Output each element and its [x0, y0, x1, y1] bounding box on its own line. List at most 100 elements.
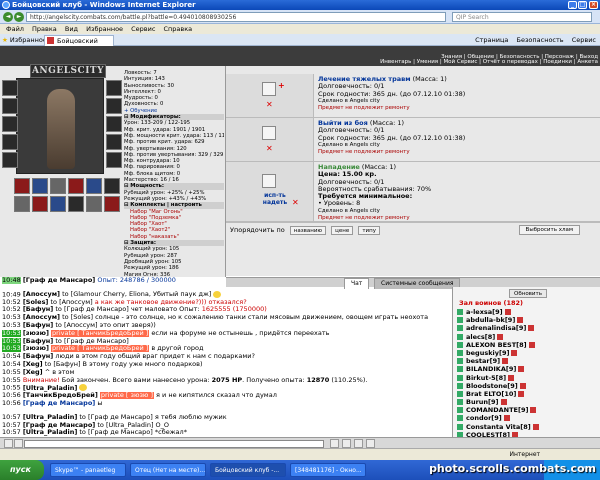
clear-button[interactable] — [342, 439, 351, 448]
menu-tools[interactable]: Сервис — [131, 25, 155, 33]
chat-message[interactable]: 10:56 [Граф де Мансаро] ы — [2, 400, 452, 408]
player-name[interactable]: Burun[9] — [466, 398, 499, 406]
player-name[interactable]: Constanta Vita[8] — [466, 423, 531, 431]
online-player[interactable]: BILANDIKA[9] — [457, 365, 597, 373]
scroll-slot-10[interactable] — [68, 196, 84, 212]
player-name[interactable]: beguskiy[9] — [466, 349, 509, 357]
minimize-button[interactable]: _ — [568, 1, 577, 9]
chat-timestamp[interactable]: 10:53 — [2, 337, 21, 345]
attack-scroll-icon[interactable] — [262, 174, 276, 188]
player-name[interactable]: ALEXON BEST[8] — [466, 341, 527, 349]
online-player[interactable]: COMANDANTE[9] — [457, 406, 597, 414]
chat-message[interactable]: 10:52 [Бафун] to [Граф де Мансаро] чет м… — [2, 306, 452, 314]
exit-scroll-icon[interactable] — [262, 126, 276, 140]
online-player[interactable]: adrenalindisa[9] — [457, 324, 597, 332]
sort-by-price-button[interactable]: цене — [331, 226, 354, 235]
chat-timestamp[interactable]: 10:55 — [2, 369, 21, 376]
amulet-slot[interactable] — [2, 98, 18, 114]
chat-message[interactable]: 10:53 [Бафун] to [Апоссум] это опит звер… — [2, 322, 452, 330]
chat-message[interactable]: 10:57 [Ultra_Paladin] to [Граф де Мансар… — [2, 429, 452, 437]
delete-icon[interactable]: ✕ — [292, 198, 299, 207]
tab-chat[interactable]: Чат — [344, 278, 370, 289]
task-combats[interactable]: Бойцовский клуб -... — [210, 463, 286, 477]
tools-menu[interactable]: Сервис — [572, 36, 596, 44]
player-name[interactable]: alecs[8] — [466, 333, 495, 341]
scroll-slot-7[interactable] — [14, 196, 30, 212]
throw-junk-button[interactable]: Выбросить хлам — [518, 225, 580, 235]
scroll-slot-4[interactable] — [68, 178, 84, 194]
sort-by-name-button[interactable]: названию — [289, 226, 327, 235]
player-info-icon[interactable] — [532, 423, 539, 430]
safety-menu[interactable]: Безопасность — [517, 36, 564, 44]
menu-view[interactable]: Вид — [65, 25, 78, 33]
player-info-icon[interactable] — [519, 382, 526, 389]
chat-message[interactable]: 10:53 [Бафун] to [Граф де Мансаро] — [2, 337, 452, 346]
chat-message[interactable]: 10:53 [зюзю] private [ ТанчикБредоБрей ]… — [2, 329, 452, 338]
chat-timestamp[interactable]: 10:55 — [2, 377, 21, 384]
chat-options-icon[interactable] — [4, 439, 13, 448]
chat-timestamp[interactable]: 10:52 — [2, 299, 21, 306]
chat-timestamp[interactable]: 10:57 — [2, 414, 21, 421]
scroll-slot-3[interactable] — [50, 178, 66, 194]
player-name[interactable]: condor[9] — [466, 414, 502, 422]
earring-slot[interactable] — [106, 80, 122, 96]
chat-message[interactable]: 10:49 [Апоссум] to [Glamour Cherry, Elio… — [2, 290, 452, 299]
chat-message[interactable]: 10:55 [Xeg] ^ в этом — [2, 369, 452, 377]
chat-filter-icon[interactable] — [14, 439, 23, 448]
player-name[interactable]: a-lexsa[9] — [466, 308, 503, 316]
online-player[interactable]: Burun[9] — [457, 398, 597, 406]
player-name[interactable]: bestar[9] — [466, 357, 500, 365]
delete-icon[interactable]: ✕ — [266, 100, 273, 109]
sort-by-type-button[interactable]: типу — [358, 226, 380, 235]
player-info-icon[interactable] — [500, 399, 507, 406]
player-info-icon[interactable] — [508, 374, 515, 381]
chat-timestamp[interactable]: 10:53 — [2, 314, 21, 321]
scroll-slot-2[interactable] — [32, 178, 48, 194]
weapon-slot[interactable] — [2, 116, 18, 132]
scroll-slot-9[interactable] — [50, 196, 66, 212]
chat-message[interactable]: 10:56 [ТанчикБредоБрей] private [ зюзю ]… — [2, 392, 452, 400]
chat-timestamp[interactable]: 10:53 — [2, 345, 21, 353]
boots-slot[interactable] — [106, 152, 122, 168]
leggings-slot[interactable] — [106, 134, 122, 150]
chat-timestamp[interactable]: 10:49 — [2, 291, 21, 299]
chat-timestamp[interactable]: 10:54 — [2, 353, 21, 360]
player-name[interactable]: BILANDIKA[9] — [466, 365, 516, 373]
tab-system-messages[interactable]: Системные сообщения — [374, 278, 461, 289]
chat-message[interactable]: 10:53 [зюзю] private [ ТанчикБредоБрей ]… — [2, 345, 452, 353]
chat-timestamp[interactable]: 10:53 — [2, 329, 21, 337]
smiley-button[interactable] — [354, 439, 363, 448]
player-info-icon[interactable] — [518, 366, 525, 373]
player-info-icon[interactable] — [502, 358, 509, 365]
player-info-icon[interactable] — [528, 325, 535, 332]
search-input[interactable]: QIP Search — [452, 12, 592, 22]
refresh-button[interactable]: Обновить — [509, 289, 547, 298]
chat-timestamp[interactable]: 10:55 — [2, 384, 21, 392]
task-window[interactable]: [348481176] - Окно... — [290, 463, 366, 477]
chat-message[interactable]: 10:55 Внимание! Бой закончен. Всего вами… — [2, 377, 452, 385]
player-info-icon[interactable] — [528, 341, 535, 348]
player-info-icon[interactable] — [517, 317, 524, 324]
task-skype[interactable]: Skype™ - panaetleg — [50, 463, 126, 477]
chat-timestamp[interactable]: 10:57 — [2, 429, 21, 436]
online-player[interactable]: ALEXON BEST[8] — [457, 341, 597, 349]
player-name[interactable]: Brat ELTO[10] — [466, 390, 516, 398]
chat-message[interactable]: 10:54 [Бафун] люди в этом году общий вра… — [2, 353, 452, 361]
player-info-icon[interactable] — [497, 333, 504, 340]
game-nav[interactable]: Знания | Общение | Безопасность | Персон… — [362, 54, 598, 65]
chat-message[interactable]: 10:54 [Xeg] to [Бафун] В этому году уже … — [2, 361, 452, 369]
page-menu[interactable]: Страница — [475, 36, 508, 44]
send-button[interactable] — [330, 439, 339, 448]
menu-edit[interactable]: Правка — [32, 25, 57, 33]
tab-combats[interactable]: Бойцовский клуб — [44, 35, 114, 55]
online-player[interactable]: a-lexsa[9] — [457, 308, 597, 316]
chat-timestamp[interactable]: 10:52 — [2, 306, 21, 313]
start-button[interactable]: пуск — [0, 460, 44, 480]
url-input[interactable]: http://angelscity.combats.com/battle.pl?… — [26, 12, 446, 22]
chat-timestamp[interactable]: 10:48 — [2, 277, 21, 284]
chat-message[interactable]: 10:53 [Апоссум] to [Soles] солнце - это … — [2, 314, 452, 322]
player-info-icon[interactable] — [530, 407, 537, 414]
favorites-button[interactable]: ★ Избранное — [2, 35, 47, 45]
delete-icon[interactable]: ✕ — [266, 144, 273, 153]
player-name[interactable]: adrenalindisa[9] — [466, 324, 526, 332]
